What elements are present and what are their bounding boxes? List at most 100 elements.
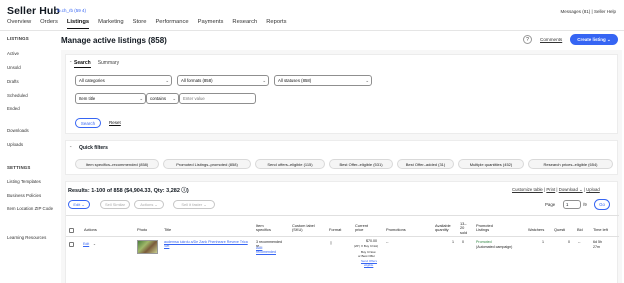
chevron-down-icon: ⌄ [262,78,266,83]
nav-overview[interactable]: Overview [7,19,31,29]
create-listing-button[interactable]: Create listing ⌄ [570,34,618,45]
category-select[interactable]: All categories ⌄ [75,75,172,86]
quick-filters-toggle-icon[interactable]: ⌃ [69,145,74,150]
sidebar-item-business-policies[interactable]: Business Policies [7,193,41,198]
filter-chip-research-prices[interactable]: Research prices–eligible (654) [528,159,613,169]
row-edit-chevron-icon[interactable]: ⌄ [93,242,96,246]
results-summary: Results: 1-100 of 858 ($4,904.33, Qty: 3… [68,188,189,194]
top-links: Messages (81) | Seller Help [561,9,616,14]
row-specifics-add-link-2[interactable]: recomended [256,250,276,254]
row-title-link[interactable]: audemsa iukrdu a/De Zank Phenheare Revev… [164,240,254,248]
row-promoted-status: Promoted [476,240,492,244]
comments-link[interactable]: Comments [540,37,562,42]
nav-marketing[interactable]: Marketing [98,19,123,29]
col-item-specifics[interactable]: Item specifics [256,223,278,233]
sidebar-item-listing-templates[interactable]: Listing Templates [7,179,41,184]
nav-listings[interactable]: Listings [66,19,90,29]
status-select[interactable]: All statuses (858) ⌄ [274,75,372,86]
format-select[interactable]: All formats (858) ⌄ [177,75,269,86]
nav-reports[interactable]: Reports [266,19,286,29]
nav-store[interactable]: Store [133,19,147,29]
sell-similar-button[interactable]: Sell Similar [100,200,130,209]
edit-menu-button[interactable]: Edit ⌄ [68,200,90,209]
col-title[interactable]: Title [164,227,171,232]
row-promotions: -- [386,240,389,244]
filter-chip-best-offer-added[interactable]: Best Offer–added (31) [397,159,454,169]
results-panel: Results: 1-100 of 858 ($4,904.33, Qty: 3… [65,181,619,283]
operator-select[interactable]: contains ⌄ [146,93,179,104]
nav-orders[interactable]: Orders [40,19,58,29]
sidebar-item-uploads[interactable]: Uploads [7,142,23,147]
sidebar-item-drafts[interactable]: Drafts [7,79,19,84]
customize-table-link[interactable]: Customize table [512,187,543,192]
page-title: Manage active listings (858) [61,36,167,45]
chevron-down-icon: ⌄ [139,96,143,101]
col-sold[interactable]: 13–20 sold [460,221,469,235]
row-promoted-campaign[interactable]: (Automated campaign) [476,245,512,249]
sidebar-item-downloads[interactable]: Downloads [7,128,29,133]
sidebar-heading-settings: SETTINGS [7,165,31,170]
actions-menu-button[interactable]: Actions ⌄ [134,200,164,209]
sidebar-item-active[interactable]: Active [7,51,19,56]
download-link[interactable]: Download ⌄ [559,187,583,192]
col-photo[interactable]: Photo [137,227,147,232]
col-format[interactable]: Format [329,227,341,232]
filter-chip-multiple-quantities[interactable]: Multiple quantities (452) [458,159,524,169]
page-number-input[interactable]: 1 [563,200,581,209]
search-field-select[interactable]: Item title ⌄ [75,93,146,104]
results-links-separator: | [556,187,558,192]
user-id-link[interactable]: lb.ch_rb (59 4) [57,8,86,13]
col-watchers[interactable]: Watchers [528,227,544,232]
upload-link[interactable]: Upload [586,187,600,192]
col-time-left[interactable]: Time left [593,227,608,232]
messages-link[interactable]: Messages (81) [561,9,591,14]
col-actions[interactable]: Actions [84,227,97,232]
nav-research[interactable]: Research [232,19,257,29]
tab-search[interactable]: Search [74,60,91,68]
filter-chip-send-offers[interactable]: Send offers–eligible (115) [255,159,325,169]
reset-link[interactable]: Reset [109,120,121,125]
listing-photo[interactable] [137,240,158,254]
row-best-offer: or Best Offer [358,254,375,258]
search-value-input[interactable]: Enter value [179,93,256,104]
col-bid[interactable]: Bid [577,227,583,232]
nav-performance[interactable]: Performance [155,19,188,29]
nav-payments[interactable]: Payments [198,19,224,29]
col-questions[interactable]: Questi [554,227,565,232]
search-subtabs: Search Summary [74,60,119,68]
auction-format-icon: ▯ [330,241,332,245]
sell-it-faster-button[interactable]: Sell it faster ⌄ [173,200,215,209]
row-send-offers-eligible[interactable]: eligible [364,263,373,267]
results-links-separator: | [544,187,546,192]
col-current-price[interactable]: Current price [355,223,377,233]
chevron-down-icon: ⌄ [165,78,169,83]
col-custom-label[interactable]: Custom label (SKU) [292,223,316,233]
filter-chip-best-offer-eligible[interactable]: Best Offer–eligible (531) [329,159,393,169]
search-button[interactable]: Search [75,118,101,128]
brand-title[interactable]: Seller Hub [7,5,60,17]
table-header-divider [66,236,619,237]
select-all-checkbox[interactable] [69,228,74,233]
filter-chip-item-specifics[interactable]: Item specifics–recommended (858) [75,159,159,169]
sidebar-item-learning-resources[interactable]: Learning Resources [7,235,46,240]
results-links-separator: | [583,187,585,192]
sidebar-item-unsold[interactable]: Unsold [7,65,21,70]
tab-summary[interactable]: Summary [98,60,119,68]
row-checkbox[interactable] [69,242,74,247]
chevron-down-icon: ⌄ [365,78,369,83]
col-promotions[interactable]: Promotions [386,227,406,232]
row-edit-link[interactable]: Edit [83,242,89,246]
sidebar-item-scheduled[interactable]: Scheduled [7,93,28,98]
seller-help-link[interactable]: Seller Help [594,9,616,14]
sidebar-item-ended[interactable]: Ended [7,106,20,111]
col-available-quantity[interactable]: Available quantity [435,223,459,233]
col-promoted-listings[interactable]: Promoted Listings [476,223,502,233]
quick-filters-title: Quick filters [79,145,108,151]
help-icon[interactable]: ? [523,35,532,44]
go-button[interactable]: Go [594,199,610,210]
row-price[interactable]: $70.00 [366,239,377,243]
sidebar-item-item-location[interactable]: Item Location ZIP Code [7,206,55,211]
row-price-sub: (2P | X Buy It Not) [354,244,379,248]
filter-chip-promoted[interactable]: Promoted Listings–promoted (858) [163,159,251,169]
print-link[interactable]: Print [546,187,555,192]
